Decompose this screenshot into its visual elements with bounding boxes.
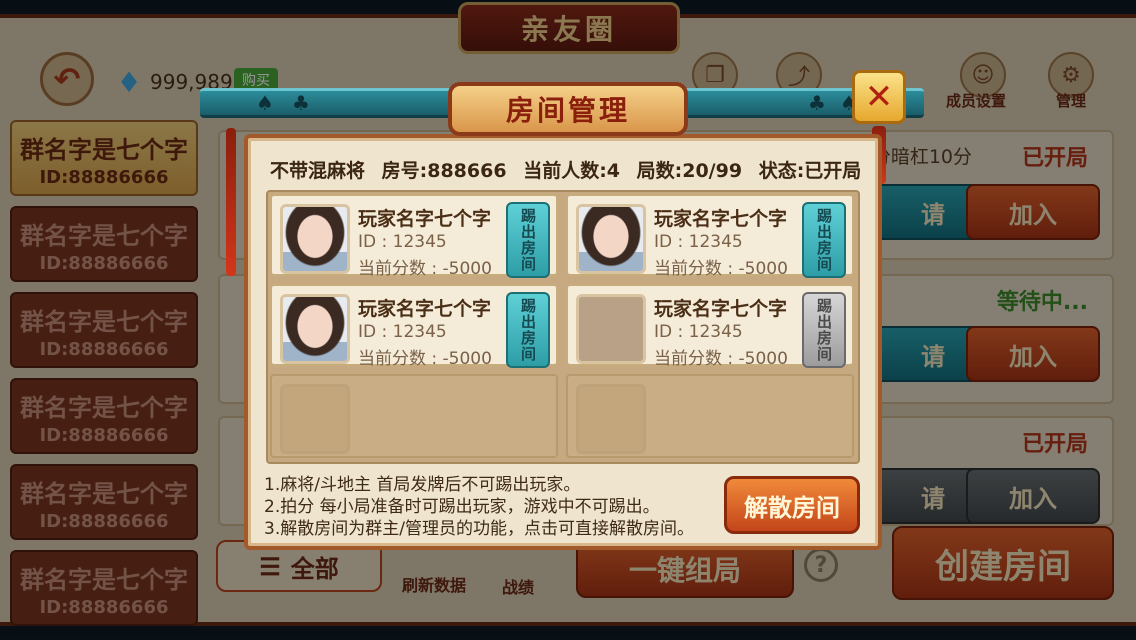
close-button[interactable]: ✕ — [852, 70, 906, 124]
room-rule: 不带混麻将 — [270, 160, 366, 182]
note-line: 3.解散房间为群主/管理员的功能，点击可直接解散房间。 — [264, 519, 694, 539]
room-info: 不带混麻将 房号:888666 当前人数:4 局数:20/99 状态:已开局 — [270, 156, 862, 183]
close-icon: ✕ — [864, 77, 894, 117]
avatar-placeholder — [280, 384, 350, 454]
kick-button[interactable]: 踢出房间 — [506, 202, 550, 278]
kick-button[interactable]: 踢出房间 — [802, 202, 846, 278]
player-id: ID : 12345 — [654, 232, 743, 252]
spade-icon: ♠ — [256, 91, 274, 115]
player-card: 玩家名字七个字 ID : 12345 当前分数 : -5000 踢出房间 — [270, 194, 558, 279]
left-tassel — [226, 128, 236, 276]
modal-title: 房间管理 — [448, 82, 688, 136]
avatar-image — [283, 297, 347, 361]
player-score: 当前分数 : -5000 — [358, 349, 492, 369]
avatar-image — [283, 207, 347, 271]
avatar-placeholder — [576, 384, 646, 454]
player-score: 当前分数 : -5000 — [654, 259, 788, 279]
player-name: 玩家名字七个字 — [654, 298, 788, 320]
avatar-placeholder — [576, 294, 646, 364]
player-count: 当前人数:4 — [523, 160, 621, 182]
player-id: ID : 12345 — [654, 322, 743, 342]
kick-button[interactable]: 踢出房间 — [506, 292, 550, 368]
room-state: 状态:已开局 — [758, 160, 862, 182]
player-card: 玩家名字七个字 ID : 12345 当前分数 : -5000 踢出房间 — [270, 284, 558, 369]
round-count: 局数:20/99 — [636, 160, 743, 182]
player-id: ID : 12345 — [358, 322, 447, 342]
player-name: 玩家名字七个字 — [358, 298, 492, 320]
player-score: 当前分数 : -5000 — [654, 349, 788, 369]
avatar — [576, 204, 646, 274]
avatar-image — [579, 207, 643, 271]
note-line: 1.麻将/斗地主 首局发牌后不可踢出玩家。 — [264, 475, 581, 495]
room-number: 房号:888666 — [381, 160, 507, 182]
club-icon: ♣ — [292, 91, 310, 115]
club-icon: ♣ — [808, 91, 826, 115]
avatar — [280, 204, 350, 274]
rules-notes: 1.麻将/斗地主 首局发牌后不可踢出玩家。 2.拍分 每小局准备时可踢出玩家，游… — [264, 474, 694, 540]
empty-seat — [566, 374, 854, 458]
player-id: ID : 12345 — [358, 232, 447, 252]
player-name: 玩家名字七个字 — [654, 208, 788, 230]
note-line: 2.拍分 每小局准备时可踢出玩家，游戏中不可踢出。 — [264, 497, 660, 517]
dissolve-room-button[interactable]: 解散房间 — [724, 476, 860, 534]
player-name: 玩家名字七个字 — [358, 208, 492, 230]
player-card: 玩家名字七个字 ID : 12345 当前分数 : -5000 踢出房间 — [566, 284, 854, 369]
player-card: 玩家名字七个字 ID : 12345 当前分数 : -5000 踢出房间 — [566, 194, 854, 279]
player-score: 当前分数 : -5000 — [358, 259, 492, 279]
empty-seat — [270, 374, 558, 458]
kick-button-disabled: 踢出房间 — [802, 292, 846, 368]
avatar — [280, 294, 350, 364]
